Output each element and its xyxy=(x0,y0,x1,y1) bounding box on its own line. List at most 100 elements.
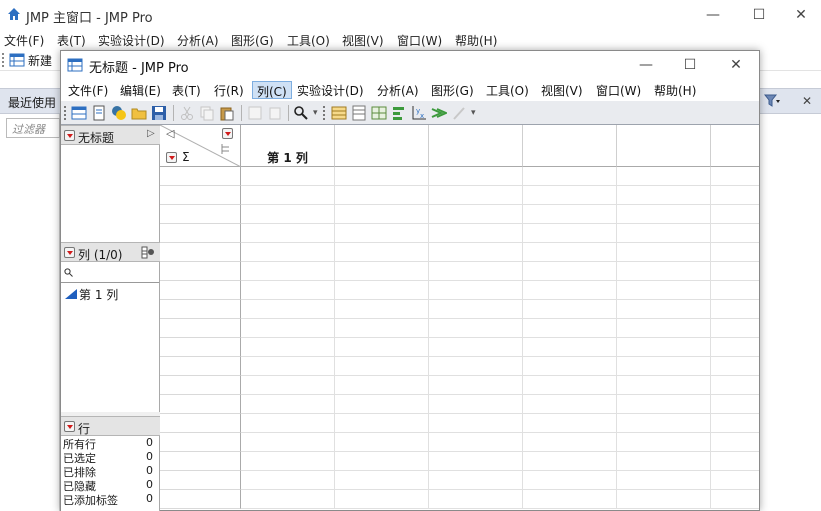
grid-cell[interactable] xyxy=(335,243,429,262)
grid-cell[interactable] xyxy=(617,224,711,243)
row-header[interactable] xyxy=(160,395,241,414)
save-icon[interactable] xyxy=(151,105,167,121)
menu-view[interactable]: 视图(V) xyxy=(537,81,587,99)
row-header[interactable] xyxy=(160,300,241,319)
menu-table[interactable]: 表(T) xyxy=(168,81,205,99)
grid-cell[interactable] xyxy=(617,319,711,338)
menu-tools[interactable]: 工具(O) xyxy=(482,81,533,99)
grid-cell[interactable] xyxy=(617,281,711,300)
cut-icon[interactable] xyxy=(179,105,195,121)
menu-cols[interactable]: 列(C) xyxy=(252,81,292,99)
columns-red-triangle-icon[interactable] xyxy=(64,247,75,258)
grid-cell[interactable] xyxy=(523,319,617,338)
grid-cell[interactable] xyxy=(711,186,759,205)
grid-cell[interactable] xyxy=(711,490,759,509)
table-red-triangle-icon[interactable] xyxy=(64,130,75,141)
grid-cell[interactable] xyxy=(711,433,759,452)
rows-header-red-triangle-icon[interactable] xyxy=(166,152,177,163)
grid-cell[interactable] xyxy=(241,471,335,490)
grid-cell[interactable] xyxy=(711,262,759,281)
search-icon[interactable] xyxy=(293,105,309,121)
menu-help[interactable]: 帮助(H) xyxy=(650,81,700,99)
grid-cell[interactable] xyxy=(241,414,335,433)
toolbar-grip[interactable] xyxy=(2,53,5,67)
grid-cell[interactable] xyxy=(523,395,617,414)
grid-cell[interactable] xyxy=(429,471,523,490)
column-list-item[interactable]: 第 1 列 xyxy=(63,286,157,302)
paste-icon[interactable] xyxy=(219,105,235,121)
grid-cell[interactable] xyxy=(617,205,711,224)
grid-cell[interactable] xyxy=(241,224,335,243)
grid-cell[interactable] xyxy=(241,205,335,224)
rows-red-triangle-icon[interactable] xyxy=(64,421,75,432)
grid-cell[interactable] xyxy=(429,433,523,452)
grid-cell[interactable] xyxy=(711,224,759,243)
grid-cell[interactable] xyxy=(523,262,617,281)
grid-cell[interactable] xyxy=(335,205,429,224)
grid-cell[interactable] xyxy=(617,414,711,433)
grid-cell[interactable] xyxy=(241,338,335,357)
row-header[interactable] xyxy=(160,167,241,186)
grid-cell[interactable] xyxy=(617,395,711,414)
grid-cell[interactable] xyxy=(523,471,617,490)
column-header-empty[interactable] xyxy=(429,125,523,167)
grid-cell[interactable] xyxy=(523,414,617,433)
grid-cell[interactable] xyxy=(711,205,759,224)
grid-cell[interactable] xyxy=(711,167,759,186)
menu-file[interactable]: 文件(F) xyxy=(64,81,112,99)
grid-cell[interactable] xyxy=(711,300,759,319)
grid-cell[interactable] xyxy=(429,376,523,395)
data-close-button[interactable]: ✕ xyxy=(713,51,759,79)
grid-cell[interactable] xyxy=(335,186,429,205)
row-header[interactable] xyxy=(160,338,241,357)
new-table-icon[interactable] xyxy=(71,105,87,121)
row-header[interactable] xyxy=(160,376,241,395)
grid-cell[interactable] xyxy=(241,243,335,262)
grid-cell[interactable] xyxy=(241,357,335,376)
grid-cell[interactable] xyxy=(429,414,523,433)
column-header-empty[interactable] xyxy=(711,125,759,167)
grid-cell[interactable] xyxy=(241,395,335,414)
grid-cell[interactable] xyxy=(241,167,335,186)
grid-cell[interactable] xyxy=(617,490,711,509)
main-menu-doe[interactable]: 实验设计(D) xyxy=(98,32,165,49)
row-header[interactable] xyxy=(160,281,241,300)
grid-cell[interactable] xyxy=(429,338,523,357)
grid-cell[interactable] xyxy=(429,357,523,376)
grid-cell[interactable] xyxy=(335,471,429,490)
grid-cell[interactable] xyxy=(523,490,617,509)
toolbar-grip[interactable] xyxy=(323,106,326,120)
grid-cell[interactable] xyxy=(617,376,711,395)
sigma-icon[interactable]: Σ xyxy=(182,150,190,164)
grid-cell[interactable] xyxy=(335,338,429,357)
open-folder-icon[interactable] xyxy=(131,105,147,121)
grid-cell[interactable] xyxy=(241,281,335,300)
menu-graph[interactable]: 图形(G) xyxy=(427,81,478,99)
grid-cell[interactable] xyxy=(617,452,711,471)
grid-cell[interactable] xyxy=(429,452,523,471)
data-maximize-button[interactable]: ☐ xyxy=(667,51,713,79)
grid-cell[interactable] xyxy=(523,186,617,205)
menu-doe[interactable]: 实验设计(D) xyxy=(293,81,368,99)
grid-cell[interactable] xyxy=(617,300,711,319)
grid-cell[interactable] xyxy=(241,376,335,395)
grid-cell[interactable] xyxy=(335,224,429,243)
column-header-empty[interactable] xyxy=(335,125,429,167)
grid-cell[interactable] xyxy=(523,224,617,243)
grid-cell[interactable] xyxy=(335,319,429,338)
grid-cell[interactable] xyxy=(429,395,523,414)
row-header[interactable] xyxy=(160,262,241,281)
paste-table-icon[interactable] xyxy=(267,105,283,121)
grid-cell[interactable] xyxy=(711,319,759,338)
menu-rows[interactable]: 行(R) xyxy=(210,81,248,99)
grid-cell[interactable] xyxy=(523,376,617,395)
bar-chart-icon[interactable] xyxy=(391,105,407,121)
grid-cell[interactable] xyxy=(523,338,617,357)
grid-cell[interactable] xyxy=(711,243,759,262)
menu-window[interactable]: 窗口(W) xyxy=(592,81,645,99)
grid-cell[interactable] xyxy=(617,167,711,186)
grid-cell[interactable] xyxy=(617,338,711,357)
row-header[interactable] xyxy=(160,205,241,224)
column-header-1[interactable]: 第 1 列 xyxy=(241,125,335,167)
grid-cell[interactable] xyxy=(335,376,429,395)
